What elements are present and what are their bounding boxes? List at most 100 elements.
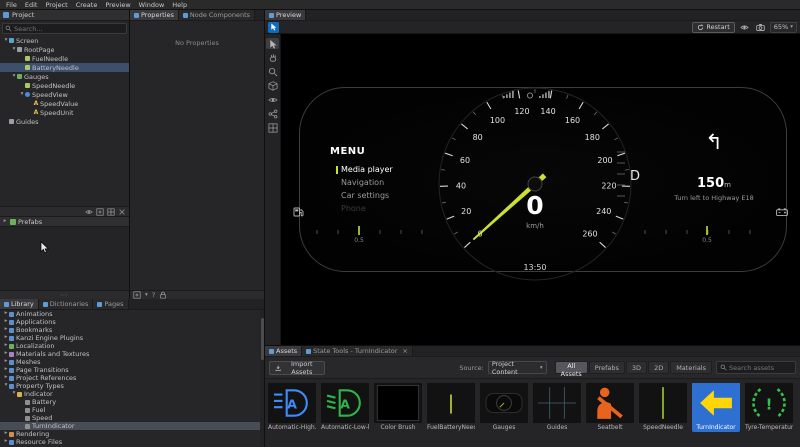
tree-item-turnindicator[interactable]: TurnIndicator bbox=[0, 422, 264, 430]
tree-item-meshes[interactable]: ▸Meshes bbox=[0, 358, 264, 366]
tab-state-tools[interactable]: State Tools - TurnIndicator × bbox=[302, 346, 413, 356]
tab-pages[interactable]: Pages bbox=[93, 299, 128, 309]
menu-create[interactable]: Create bbox=[72, 1, 102, 9]
cluster-menu-item-navigation[interactable]: Navigation bbox=[330, 176, 393, 189]
pan-tool[interactable] bbox=[266, 52, 279, 63]
asset-automatic-high[interactable]: AAutomatic-High... bbox=[268, 383, 316, 432]
tree-item-speedneedle[interactable]: SpeedNeedle bbox=[0, 81, 129, 90]
restart-button[interactable]: Restart bbox=[692, 22, 734, 33]
grid-toggle[interactable] bbox=[266, 122, 279, 133]
tree-item-fuel[interactable]: Fuel bbox=[0, 406, 264, 414]
tree-item-speedvalue[interactable]: ASpeedValue bbox=[0, 99, 129, 108]
lock-icon[interactable] bbox=[159, 291, 167, 299]
tree-item-label: Project References bbox=[16, 374, 76, 382]
menu-preview[interactable]: Preview bbox=[101, 1, 134, 9]
asset-automatic-low-b[interactable]: AAutomatic-Low-b... bbox=[321, 383, 369, 432]
menu-window[interactable]: Window bbox=[135, 1, 169, 9]
source-dropdown[interactable]: Project Content ▾ bbox=[488, 361, 547, 374]
expand-icon[interactable]: ▸ bbox=[2, 219, 8, 225]
add-property-icon[interactable] bbox=[133, 291, 141, 299]
magnifier-icon bbox=[268, 67, 278, 77]
menu-file[interactable]: File bbox=[2, 1, 21, 9]
tab-assets[interactable]: Assets bbox=[265, 346, 302, 356]
tree-item-animations[interactable]: ▸Animations bbox=[0, 310, 264, 318]
menu-project[interactable]: Project bbox=[41, 1, 71, 9]
project-search-input[interactable] bbox=[14, 25, 124, 33]
import-assets-button[interactable]: Import Assets bbox=[269, 361, 325, 375]
tab-properties[interactable]: Properties bbox=[130, 10, 179, 20]
add-node-icon[interactable] bbox=[96, 208, 104, 216]
state-tools-tab-icon bbox=[306, 349, 311, 354]
filter-3d[interactable]: 3D bbox=[626, 361, 647, 374]
tree-item-indicator[interactable]: ▾Indicator bbox=[0, 390, 264, 398]
filter-materials[interactable]: Materials bbox=[670, 361, 712, 374]
asset-color-brush[interactable]: Color Brush bbox=[374, 383, 422, 432]
asset-seatbelt[interactable]: Seatbelt bbox=[586, 383, 634, 432]
filter-prefabs[interactable]: Prefabs bbox=[589, 361, 625, 374]
tab-label: Preview bbox=[276, 11, 301, 19]
prefabs-area[interactable] bbox=[0, 227, 129, 290]
tree-item-page-transitions[interactable]: ▸Page Transitions bbox=[0, 366, 264, 374]
filter-all-assets[interactable]: All Assets bbox=[555, 361, 588, 374]
assets-search-input[interactable] bbox=[729, 364, 792, 372]
tree-item-speedunit[interactable]: ASpeedUnit bbox=[0, 108, 129, 117]
menu-edit[interactable]: Edit bbox=[21, 1, 42, 9]
asset-gauges[interactable]: Gauges bbox=[480, 383, 528, 432]
asset-speedneedle[interactable]: SpeedNeedle bbox=[639, 383, 687, 432]
orbit-camera-tool[interactable] bbox=[266, 80, 279, 91]
filter-2d[interactable]: 2D bbox=[648, 361, 669, 374]
tree-item-materials-and-textures[interactable]: ▸Materials and Textures bbox=[0, 350, 264, 358]
cluster-menu-item-phone[interactable]: Phone bbox=[330, 202, 393, 215]
close-icon[interactable] bbox=[118, 208, 126, 216]
visibility-toggle[interactable] bbox=[738, 22, 751, 33]
close-icon[interactable]: × bbox=[402, 347, 407, 355]
preview-canvas[interactable]: 020406080100120140160180200220240260 MEN… bbox=[281, 34, 800, 345]
cluster-menu-item-media-player[interactable]: Media player bbox=[330, 163, 393, 176]
tree-item-property-types[interactable]: ▾Property Types bbox=[0, 382, 264, 390]
tree-item-speedview[interactable]: ▾SpeedView bbox=[0, 90, 129, 99]
tree-item-fuelneedle[interactable]: FuelNeedle bbox=[0, 54, 129, 63]
prefabs-header[interactable]: ▸ Prefabs bbox=[0, 217, 129, 227]
tab-preview[interactable]: Preview bbox=[265, 10, 306, 20]
tab-library[interactable]: Library bbox=[0, 299, 39, 309]
tree-item-bookmarks[interactable]: ▸Bookmarks bbox=[0, 326, 264, 334]
tree-item-rendering[interactable]: ▸Rendering bbox=[0, 430, 264, 438]
library-scrollbar[interactable] bbox=[260, 310, 264, 447]
asset-turnindicator[interactable]: TurnIndicator bbox=[692, 383, 740, 432]
zoom-select[interactable]: 65% ▾ bbox=[770, 22, 797, 33]
tree-item-battery[interactable]: Battery bbox=[0, 398, 264, 406]
scrollbar-thumb[interactable] bbox=[261, 318, 264, 360]
asset-tyre-temperature[interactable]: !Tyre-Temperature... bbox=[745, 383, 793, 432]
tree-item-applications[interactable]: ▸Applications bbox=[0, 318, 264, 326]
tree-item-screen[interactable]: ▾Screen bbox=[0, 36, 129, 45]
panel-splitter[interactable]: ⋯ bbox=[0, 290, 129, 299]
asset-label: Gauges bbox=[480, 423, 528, 432]
preview-camera-tool[interactable] bbox=[266, 94, 279, 105]
tree-item-rootpage[interactable]: ▾RootPage bbox=[0, 45, 129, 54]
visibility-icon[interactable] bbox=[85, 208, 93, 216]
property-icon bbox=[25, 416, 30, 421]
tree-item-resource-files[interactable]: ▸Resource Files bbox=[0, 438, 264, 446]
screenshot-button[interactable] bbox=[754, 22, 767, 33]
asset-guides[interactable]: Guides bbox=[533, 383, 581, 432]
analyze-tool[interactable] bbox=[266, 108, 279, 119]
tree-item-gauges[interactable]: ▾Gauges bbox=[0, 72, 129, 81]
tree-item-guides[interactable]: Guides bbox=[0, 117, 129, 126]
zoom-tool[interactable] bbox=[266, 66, 279, 77]
tree-item-kanzi-engine-plugins[interactable]: ▸Kanzi Engine Plugins bbox=[0, 334, 264, 342]
tab-node-components[interactable]: Node Components bbox=[179, 10, 255, 20]
chevron-down-icon[interactable]: ▾ bbox=[145, 292, 148, 298]
help-icon[interactable]: ? bbox=[152, 292, 155, 299]
cluster-menu-item-car-settings[interactable]: Car settings bbox=[330, 189, 393, 202]
restart-icon bbox=[697, 24, 704, 31]
tab-dictionaries[interactable]: Dictionaries bbox=[39, 299, 94, 309]
tree-item-project-references[interactable]: ▸Project References bbox=[0, 374, 264, 382]
interact-mode-button[interactable] bbox=[268, 22, 279, 33]
tree-item-batteryneedle[interactable]: BatteryNeedle bbox=[0, 63, 129, 72]
select-tool[interactable] bbox=[266, 38, 279, 49]
tree-item-localization[interactable]: ▸Localization bbox=[0, 342, 264, 350]
asset-fuelbatteryneedle[interactable]: FuelBatteryNeedle bbox=[427, 383, 475, 432]
tree-item-speed[interactable]: Speed bbox=[0, 414, 264, 422]
menu-help[interactable]: Help bbox=[168, 1, 191, 9]
grid-view-icon[interactable] bbox=[107, 208, 115, 216]
